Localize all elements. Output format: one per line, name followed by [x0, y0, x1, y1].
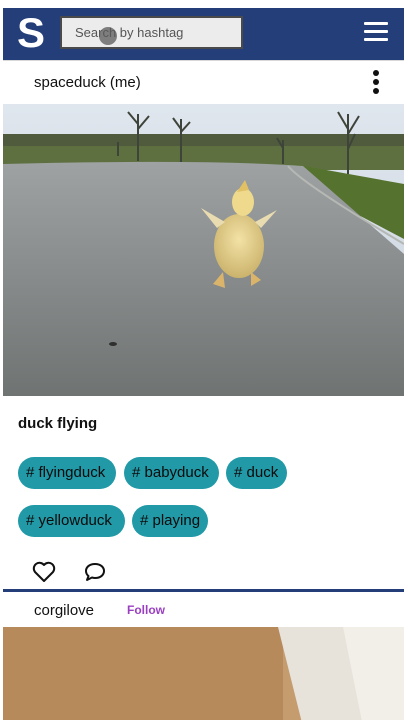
app-logo[interactable]: S [17, 10, 45, 56]
next-post-image [3, 627, 404, 720]
post-actions [3, 558, 404, 588]
hashtag-chip[interactable]: # duck [226, 457, 287, 489]
heart-icon[interactable] [32, 561, 56, 583]
hashtag-chip[interactable]: # babyduck [124, 457, 219, 489]
hashtag-chip[interactable]: # playing [132, 505, 208, 537]
post-header: spaceduck (me) [3, 60, 404, 105]
next-post-username[interactable]: corgilove [34, 602, 94, 619]
hashtag-search-input[interactable] [60, 16, 243, 49]
top-bar: S [3, 8, 404, 60]
hashtag-chip[interactable]: # flyingduck [18, 457, 116, 489]
follow-button[interactable]: Follow [127, 603, 165, 617]
touch-cursor-indicator [99, 27, 117, 45]
hamburger-menu-icon[interactable] [364, 22, 388, 42]
kebab-menu-icon[interactable] [371, 69, 381, 95]
app-frame: S spaceduck (me) [3, 8, 404, 720]
comment-icon[interactable] [83, 561, 107, 583]
post-caption: duck flying [18, 415, 98, 432]
post-image [3, 104, 404, 396]
hashtag-chip[interactable]: # yellowduck [18, 505, 125, 537]
next-post-header: corgilove Follow [3, 592, 404, 628]
post-username[interactable]: spaceduck (me) [34, 74, 141, 91]
